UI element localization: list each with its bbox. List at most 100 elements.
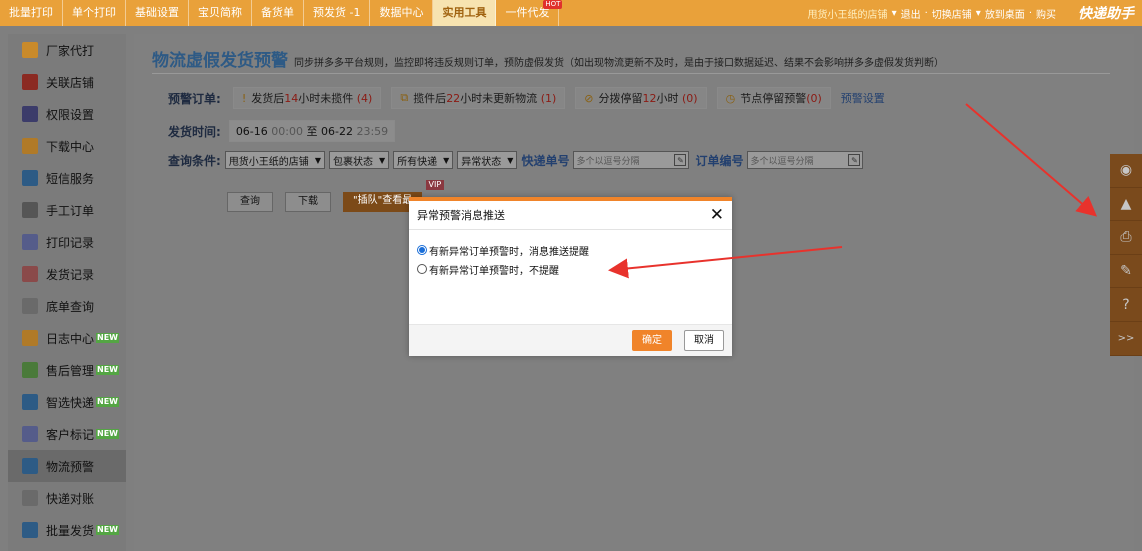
sidebar-item[interactable]: 物流预警 bbox=[8, 450, 126, 482]
option-no-push-label: 有新异常订单预警时，不提醒 bbox=[429, 265, 559, 277]
alert-count: (4) bbox=[356, 91, 373, 105]
alert-node-stay[interactable]: ◷ 节点停留预警 (0) bbox=[716, 87, 831, 109]
shop-select[interactable]: 甩货小王纸的店铺 ▼ bbox=[224, 151, 325, 169]
tracking-placeholder: 多个以逗号分隔 bbox=[576, 156, 640, 167]
sidebar-item-icon bbox=[22, 42, 38, 58]
top-nav-bar: 批量打印 单个打印 基础设置 宝贝简称 备货单 预发货 -1 数据中心 实用工具… bbox=[0, 0, 1142, 26]
dialog-header: 异常预警消息推送 ✕ bbox=[409, 201, 732, 230]
package-status-select[interactable]: 包裹状态 ▼ bbox=[328, 151, 390, 169]
sidebar-item[interactable]: 手工订单 bbox=[8, 194, 126, 226]
shop-name[interactable]: 甩货小王纸的店铺 bbox=[808, 6, 888, 21]
alert-hub-stay[interactable]: ⊘ 分拨停留 12 小时 (0) bbox=[575, 87, 707, 109]
sidebar-item[interactable]: 批量发货 NEW bbox=[8, 514, 126, 546]
sidebar-item-icon bbox=[22, 426, 38, 442]
buy-link[interactable]: 购买 bbox=[1036, 6, 1056, 21]
no-entry-icon: ⊘ bbox=[584, 91, 594, 105]
alert-row: 预警订单: ! 发货后 14 小时未揽件 (4) ⧉ 揽件后 22 小时未更新物流 (1… bbox=[168, 87, 885, 109]
alert-text: 小时 bbox=[656, 92, 679, 105]
query-button[interactable]: 查询 bbox=[227, 192, 273, 212]
alert-text: 发货后 bbox=[251, 92, 285, 105]
tracking-input[interactable]: 多个以逗号分隔 ✎ bbox=[573, 151, 690, 169]
sidebar-item[interactable]: 底单查询 bbox=[8, 290, 126, 322]
time-from: 00:00 bbox=[271, 125, 303, 138]
separator: · bbox=[1028, 7, 1032, 19]
sidebar-item[interactable]: 日志中心 NEW bbox=[8, 322, 126, 354]
sidebar-item-icon bbox=[22, 266, 38, 282]
warning-icon[interactable]: ▲ bbox=[1110, 188, 1142, 222]
sidebar-item[interactable]: 权限设置 bbox=[8, 98, 126, 130]
courier-select[interactable]: 所有快递 ▼ bbox=[393, 151, 454, 169]
edit-icon[interactable]: ✎ bbox=[848, 154, 861, 166]
expand-icon[interactable]: >> bbox=[1110, 322, 1142, 356]
qq-icon[interactable]: ◉ bbox=[1110, 154, 1142, 188]
nav-dropship[interactable]: 一件代发 HOT bbox=[496, 0, 563, 26]
sidebar-item-icon bbox=[22, 202, 38, 218]
option-push[interactable]: 有新异常订单预警时，消息推送提醒 bbox=[417, 242, 724, 258]
query-row: 查询条件: 甩货小王纸的店铺 ▼ 包裹状态 ▼ 所有快递 ▼ 异常状态 ▼ 快递单号 多… bbox=[168, 151, 869, 169]
help-icon[interactable]: ? bbox=[1110, 288, 1142, 322]
nav-item-short-name[interactable]: 宝贝简称 bbox=[189, 0, 252, 26]
sidebar-item-label: 打印记录 bbox=[46, 235, 95, 250]
alert-hours: 12 bbox=[642, 91, 657, 105]
nav-data-center[interactable]: 数据中心 bbox=[370, 0, 434, 26]
nav-batch-print[interactable]: 批量打印 bbox=[0, 0, 63, 26]
confirm-button[interactable]: 确定 bbox=[632, 330, 672, 351]
close-icon[interactable]: ✕ bbox=[710, 206, 724, 224]
option-no-push[interactable]: 有新异常订单预警时，不提醒 bbox=[417, 261, 724, 277]
sidebar: 厂家代打 关联店铺 权限设置 下载中心 短信服务 手工订单 打印记录 发货记录 底单查询 日志中心… bbox=[8, 34, 126, 551]
ship-time-range[interactable]: 06-16 00:00 至 06-22 23:59 bbox=[228, 120, 396, 142]
option-push-label: 有新异常订单预警时，消息推送提醒 bbox=[429, 246, 589, 258]
alert-settings-link[interactable]: 预警设置 bbox=[841, 90, 885, 106]
chevron-down-icon: ▼ bbox=[378, 155, 386, 165]
nav-stock-list[interactable]: 备货单 bbox=[252, 0, 304, 26]
alert-not-picked-up[interactable]: ! 发货后 14 小时未揽件 (4) bbox=[232, 87, 382, 109]
new-badge: NEW bbox=[96, 397, 119, 407]
sidebar-item-label: 批量发货 bbox=[46, 523, 95, 538]
nav-tools[interactable]: 实用工具 bbox=[433, 0, 497, 26]
switch-shop-link[interactable]: 切换店铺 bbox=[932, 6, 972, 21]
radio-no-push[interactable] bbox=[417, 264, 427, 274]
cancel-button[interactable]: 取消 bbox=[684, 330, 724, 351]
clock-icon: ◷ bbox=[725, 91, 736, 105]
printer-icon[interactable]: ⎙ bbox=[1110, 221, 1142, 255]
sidebar-item[interactable]: 短信服务 bbox=[8, 162, 126, 194]
sidebar-item-icon bbox=[22, 362, 38, 378]
sidebar-item-label: 短信服务 bbox=[46, 171, 95, 186]
sidebar-item[interactable]: 关联店铺 bbox=[8, 66, 126, 98]
sidebar-item[interactable]: 智选快递 NEW bbox=[8, 386, 126, 418]
sidebar-item[interactable]: 售后管理 NEW bbox=[8, 354, 126, 386]
edit-icon[interactable]: ✎ bbox=[1110, 255, 1142, 289]
alert-no-tracking-update[interactable]: ⧉ 揽件后 22 小时未更新物流 (1) bbox=[391, 87, 566, 109]
sidebar-item[interactable]: 厂家代打 bbox=[8, 34, 126, 66]
chevron-down-icon[interactable]: ▾ bbox=[976, 8, 981, 19]
sidebar-item-label: 关联店铺 bbox=[46, 75, 95, 90]
sidebar-item-icon bbox=[22, 170, 38, 186]
nav-basic-settings[interactable]: 基础设置 bbox=[126, 0, 189, 26]
radio-push[interactable] bbox=[417, 245, 427, 255]
nav-pre-ship[interactable]: 预发货 -1 bbox=[304, 0, 371, 26]
date-from: 06-16 bbox=[235, 125, 268, 138]
sidebar-item-label: 物流预警 bbox=[46, 459, 95, 474]
separator: · bbox=[924, 7, 928, 19]
nav-single-print[interactable]: 单个打印 bbox=[63, 0, 126, 26]
sidebar-item[interactable]: 打印记录 bbox=[8, 226, 126, 258]
sidebar-item-label: 厂家代打 bbox=[46, 43, 95, 58]
sidebar-item[interactable]: 客户标记 NEW bbox=[8, 418, 126, 450]
save-desktop-link[interactable]: 放到桌面 bbox=[985, 6, 1025, 21]
sidebar-item[interactable]: 发货记录 bbox=[8, 258, 126, 290]
sidebar-item-label: 日志中心 bbox=[46, 331, 95, 346]
ship-time-row: 发货时间: 06-16 00:00 至 06-22 23:59 bbox=[168, 120, 396, 142]
sidebar-item-icon bbox=[22, 394, 38, 410]
sidebar-item[interactable]: 下载中心 bbox=[8, 130, 126, 162]
edit-icon[interactable]: ✎ bbox=[674, 154, 687, 166]
shop-dropdown-icon[interactable]: ▾ bbox=[892, 8, 897, 19]
order-input[interactable]: 多个以逗号分隔 ✎ bbox=[747, 151, 864, 169]
sidebar-item-icon bbox=[22, 490, 38, 506]
logout-link[interactable]: 退出 bbox=[901, 6, 921, 21]
sidebar-item-icon bbox=[22, 106, 38, 122]
title-row: 物流虚假发货预警 同步拼多多平台规则，监控即将违反规则订单，预防虚假发货（如出现… bbox=[152, 46, 1110, 74]
package-status-value: 包裹状态 bbox=[332, 156, 373, 168]
sidebar-item[interactable]: 快递对账 bbox=[8, 482, 126, 514]
exception-status-select[interactable]: 异常状态 ▼ bbox=[457, 151, 518, 169]
download-button[interactable]: 下载 bbox=[285, 192, 331, 212]
